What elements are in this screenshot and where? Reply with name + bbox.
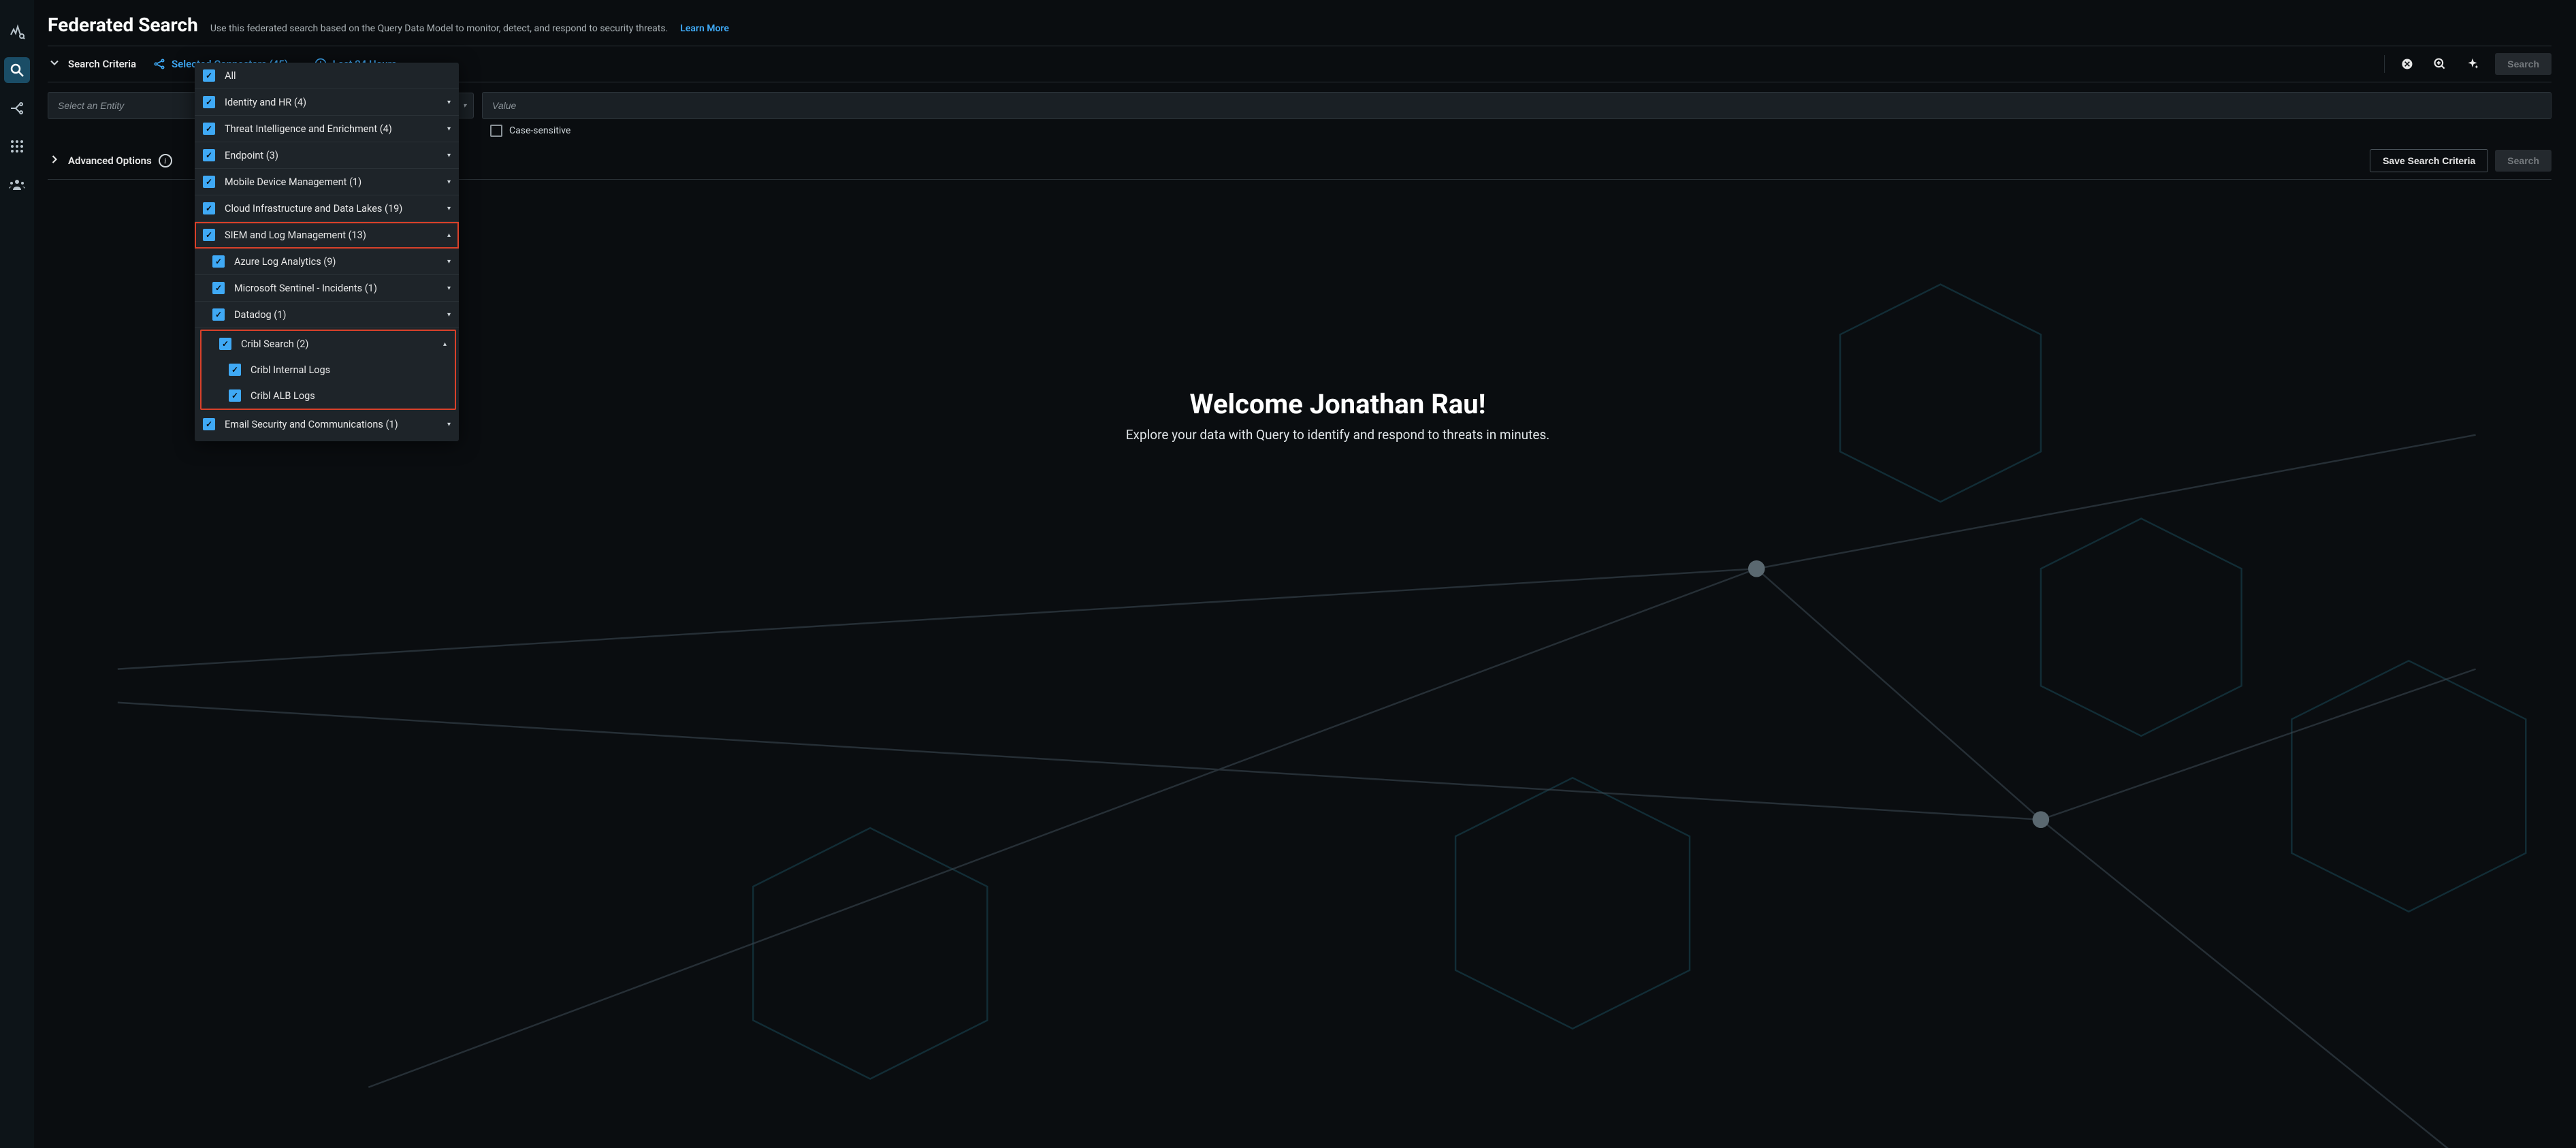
chevron-down-icon (48, 56, 61, 72)
connector-item[interactable]: ✓ Email Security and Communications (1) … (195, 411, 459, 437)
checkbox-checked-icon[interactable]: ✓ (203, 418, 215, 430)
connector-item[interactable]: ✓ Cribl Internal Logs (202, 357, 455, 383)
sidebar-users-icon[interactable] (4, 172, 30, 197)
connector-item[interactable]: ✓ Endpoint (3) ▾ (195, 142, 459, 169)
connector-label: Cribl ALB Logs (251, 390, 447, 402)
sidebar-activity-icon[interactable] (4, 19, 30, 45)
caret-down-icon[interactable]: ▾ (447, 125, 451, 133)
checkbox-checked-icon[interactable]: ✓ (212, 255, 225, 268)
sidebar-apps-icon[interactable] (4, 133, 30, 159)
connector-label: Cloud Infrastructure and Data Lakes (19) (225, 203, 442, 214)
connector-item[interactable]: ✓ Identity and HR (4) ▾ (195, 89, 459, 116)
connector-item[interactable]: ✓ Datadog (1) ▾ (195, 302, 459, 328)
caret-down-icon[interactable]: ▾ (447, 311, 451, 319)
connector-label: Microsoft Sentinel - Incidents (1) (234, 283, 442, 294)
divider (2384, 55, 2385, 73)
info-icon[interactable]: i (159, 154, 172, 168)
zoom-in-icon[interactable] (2430, 54, 2450, 74)
connector-item[interactable]: ✓ Cloud Infrastructure and Data Lakes (1… (195, 195, 459, 222)
page-title: Federated Search (48, 14, 198, 36)
connectors-dropdown-panel: ✓ All ✓ Identity and HR (4) ▾ ✓ Threat I… (195, 63, 459, 441)
checkbox-checked-icon[interactable]: ✓ (203, 96, 215, 108)
search-criteria-toggle[interactable]: Search Criteria (48, 56, 136, 72)
connector-item[interactable]: ✓ All (195, 63, 459, 89)
sparkle-icon[interactable] (2462, 54, 2483, 74)
value-input[interactable] (482, 92, 2551, 119)
share-icon (152, 57, 166, 71)
welcome-panel: Welcome Jonathan Rau! Explore your data … (1065, 388, 1610, 443)
page-subtitle: Use this federated search based on the Q… (210, 23, 668, 34)
connector-item[interactable]: ✓ Threat Intelligence and Enrichment (4)… (195, 116, 459, 142)
connector-label: Identity and HR (4) (225, 97, 442, 108)
sidebar-search-icon[interactable] (4, 57, 30, 83)
welcome-title: Welcome Jonathan Rau! (1065, 388, 1610, 420)
caret-down-icon[interactable]: ▾ (447, 258, 451, 266)
connector-label: Cribl Search (2) (241, 338, 438, 350)
checkbox-checked-icon[interactable]: ✓ (212, 308, 225, 321)
left-sidebar (0, 0, 34, 1148)
advanced-options-toggle[interactable]: Advanced Options i (48, 153, 172, 169)
connector-label: Email Security and Communications (1) (225, 419, 442, 430)
chevron-right-icon (48, 153, 61, 169)
learn-more-link[interactable]: Learn More (680, 23, 729, 34)
connector-item[interactable]: ✓ Cribl ALB Logs (202, 383, 455, 409)
connector-label: SIEM and Log Management (13) (225, 229, 442, 241)
connector-item[interactable]: ✓ SIEM and Log Management (13) ▴ (195, 222, 459, 249)
checkbox-checked-icon[interactable]: ✓ (229, 364, 241, 376)
checkbox-checked-icon[interactable]: ✓ (212, 282, 225, 294)
connector-label: Endpoint (3) (225, 150, 442, 161)
checkbox-checked-icon[interactable]: ✓ (203, 176, 215, 188)
connector-item[interactable]: ✓ Mobile Device Management (1) ▾ (195, 169, 459, 195)
checkbox-checked-icon[interactable]: ✓ (203, 149, 215, 161)
caret-down-icon[interactable]: ▾ (447, 285, 451, 292)
welcome-subtitle: Explore your data with Query to identify… (1065, 427, 1610, 443)
case-sensitive-label: Case-sensitive (509, 125, 570, 136)
highlighted-group: ✓ Cribl Search (2) ▴ ✓ Cribl Internal Lo… (200, 330, 456, 410)
connector-label: Datadog (1) (234, 309, 442, 321)
caret-down-icon[interactable]: ▾ (447, 99, 451, 106)
search-button-bottom[interactable]: Search (2495, 150, 2551, 172)
checkbox-checked-icon[interactable]: ✓ (203, 229, 215, 241)
caret-down-icon[interactable]: ▾ (447, 152, 451, 159)
connector-label: All (225, 70, 451, 82)
main-area: Federated Search Use this federated sear… (34, 0, 2576, 1148)
app-root: Federated Search Use this federated sear… (0, 0, 2576, 1148)
caret-up-icon[interactable]: ▴ (443, 340, 447, 348)
caret-up-icon[interactable]: ▴ (447, 232, 451, 239)
checkbox-checked-icon[interactable]: ✓ (203, 69, 215, 82)
connector-label: Threat Intelligence and Enrichment (4) (225, 123, 442, 135)
checkbox-checked-icon[interactable]: ✓ (219, 338, 231, 350)
connector-label: Mobile Device Management (1) (225, 176, 442, 188)
advanced-options-label: Advanced Options (68, 155, 152, 167)
search-criteria-label: Search Criteria (68, 58, 136, 70)
checkbox-checked-icon[interactable]: ✓ (203, 202, 215, 214)
save-search-criteria-button[interactable]: Save Search Criteria (2370, 149, 2488, 172)
caret-down-icon[interactable]: ▾ (447, 205, 451, 212)
caret-down-icon[interactable]: ▾ (447, 421, 451, 428)
connector-item[interactable]: ✓ Cribl Search (2) ▴ (202, 331, 455, 357)
chevron-down-icon: ▾ (463, 102, 466, 110)
case-sensitive-checkbox[interactable] (490, 125, 502, 137)
connector-item[interactable]: ✓ Azure Log Analytics (9) ▾ (195, 249, 459, 275)
connector-item[interactable]: ✓ Microsoft Sentinel - Incidents (1) ▾ (195, 275, 459, 302)
checkbox-checked-icon[interactable]: ✓ (203, 123, 215, 135)
page-header: Federated Search Use this federated sear… (48, 14, 2551, 36)
clear-icon[interactable] (2397, 54, 2417, 74)
search-button-top[interactable]: Search (2495, 53, 2551, 75)
connector-label: Cribl Internal Logs (251, 364, 447, 376)
sidebar-connections-icon[interactable] (4, 95, 30, 121)
checkbox-checked-icon[interactable]: ✓ (229, 389, 241, 402)
caret-down-icon[interactable]: ▾ (447, 178, 451, 186)
connector-label: Azure Log Analytics (9) (234, 256, 442, 268)
